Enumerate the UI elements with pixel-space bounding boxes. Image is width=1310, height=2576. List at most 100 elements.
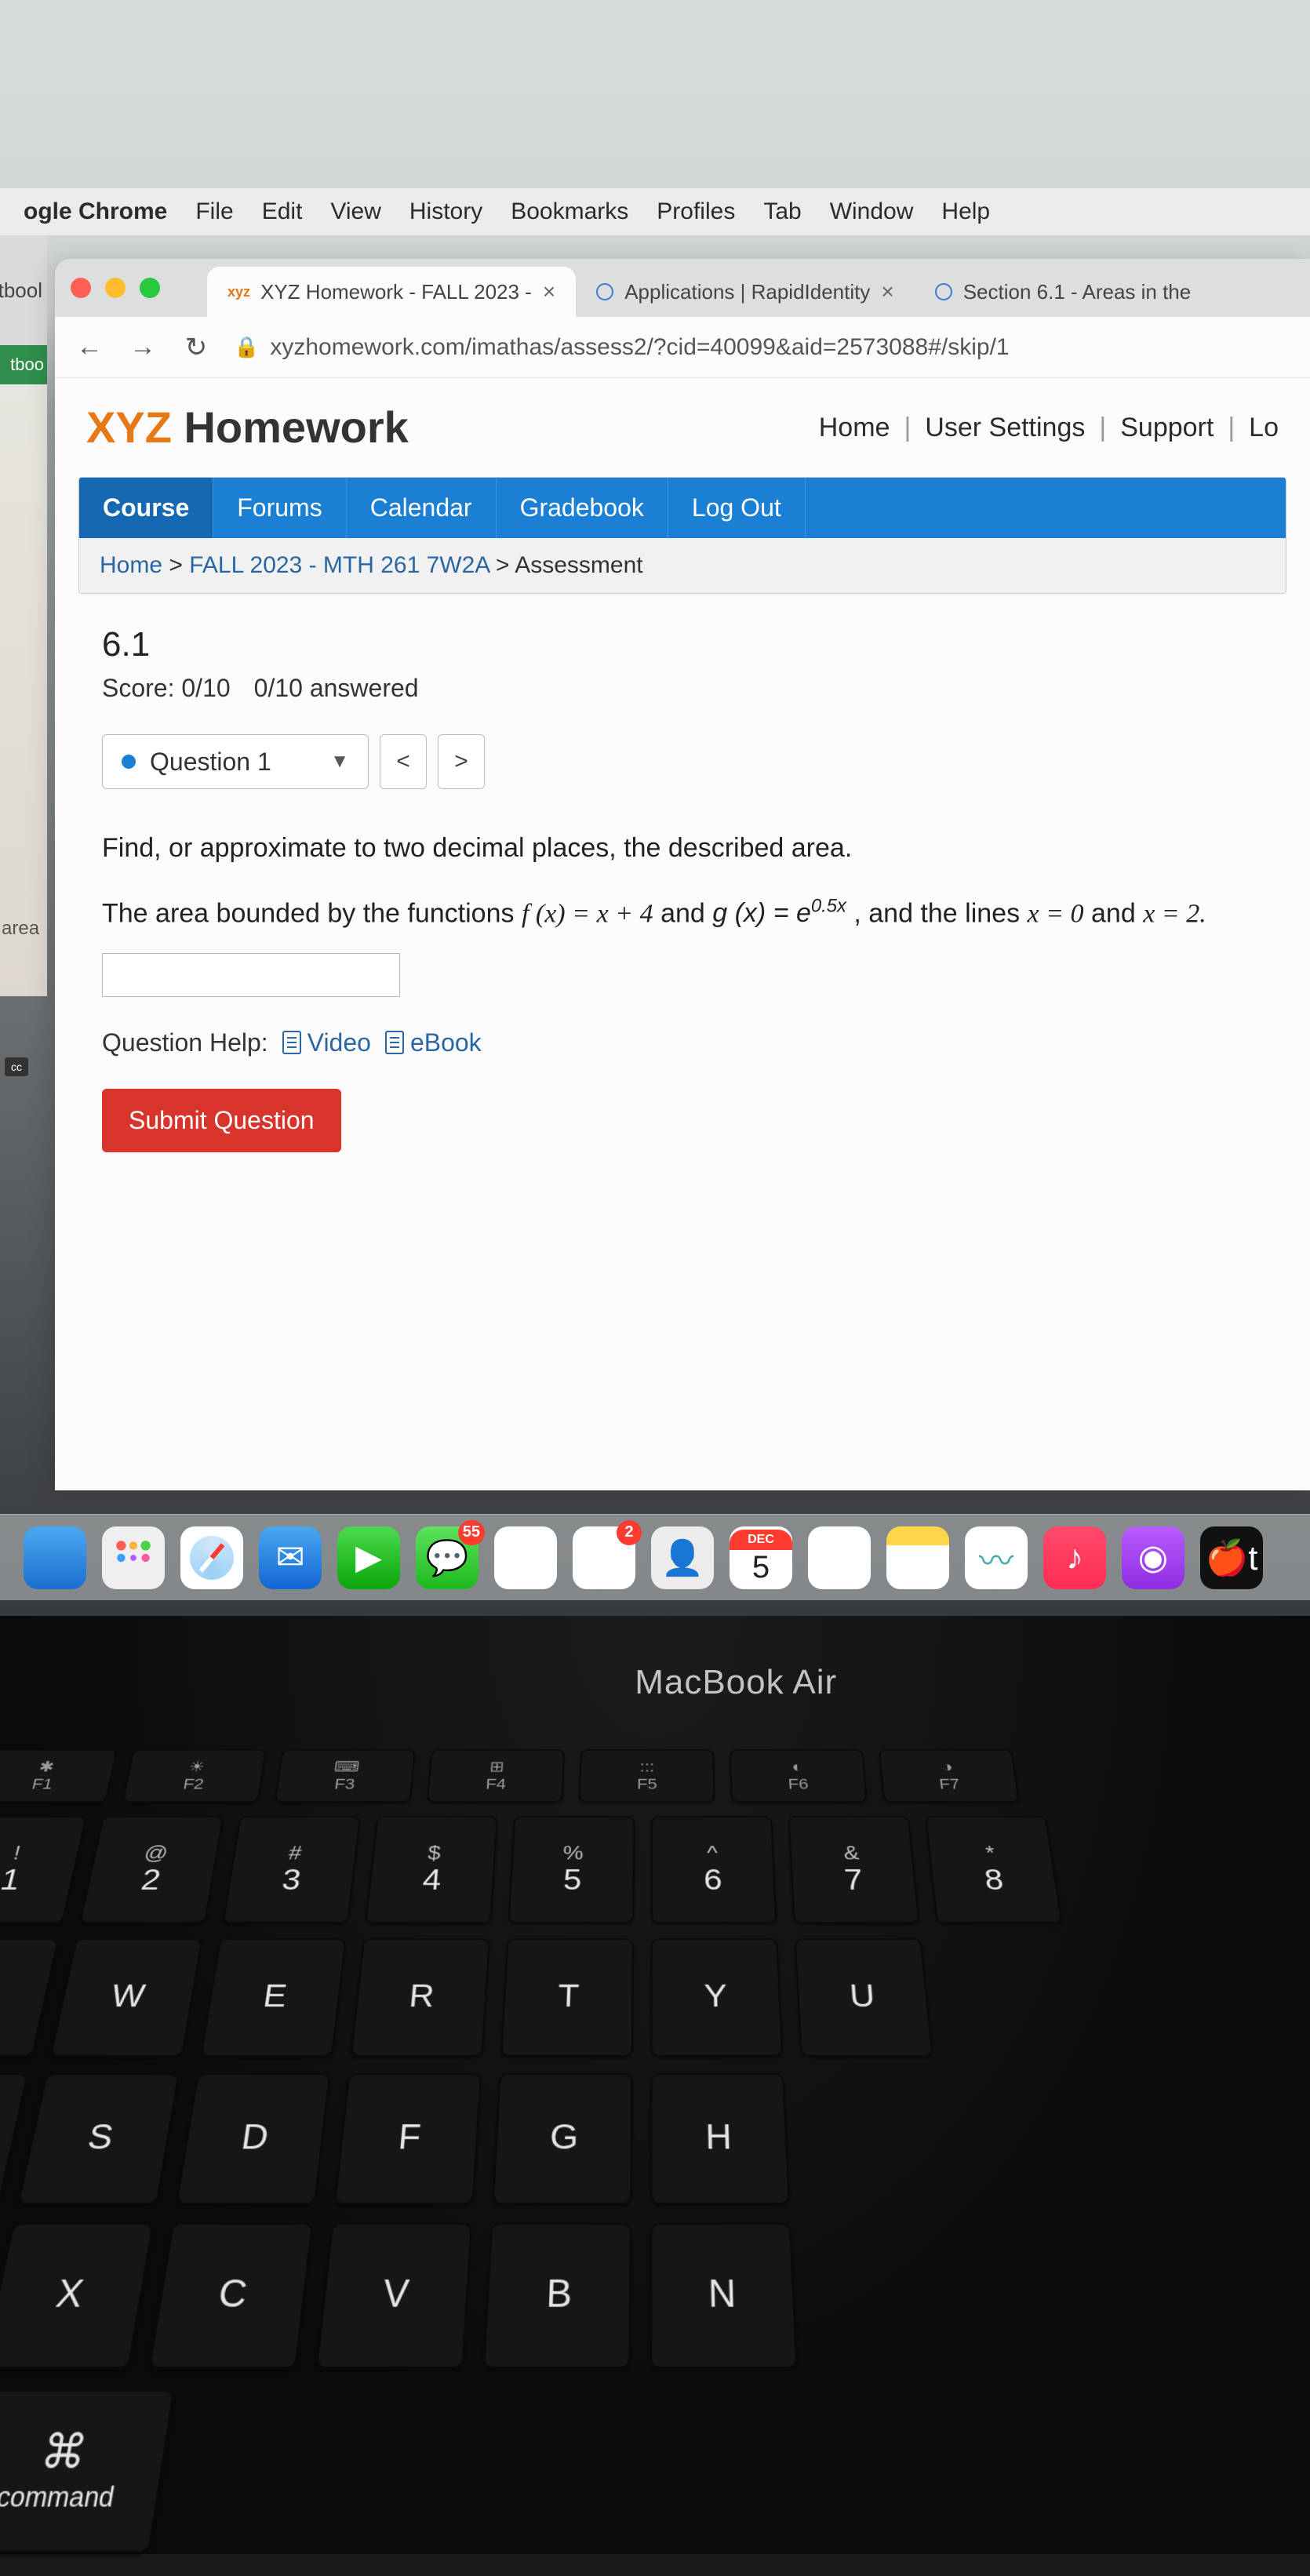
dock-launchpad-icon[interactable] xyxy=(102,1526,165,1589)
browser-tabstrip: xyz XYZ Homework - FALL 2023 - × Applica… xyxy=(55,259,1310,317)
dock-photos-icon[interactable]: ✿2 xyxy=(573,1526,635,1589)
key-6[interactable]: ^6 xyxy=(651,1816,777,1923)
dock-notes-icon[interactable] xyxy=(886,1526,949,1589)
nav-gradebook[interactable]: Gradebook xyxy=(497,478,668,538)
tab-favicon-icon: xyz xyxy=(227,284,249,300)
key-q[interactable]: Q xyxy=(0,1938,59,2057)
menubar-item[interactable]: Edit xyxy=(262,198,303,225)
tab-close-icon[interactable]: × xyxy=(881,279,893,304)
badge: 55 xyxy=(458,1520,485,1545)
top-link-home[interactable]: Home xyxy=(819,413,890,443)
top-link-settings[interactable]: User Settings xyxy=(925,413,1085,443)
key-f[interactable]: F xyxy=(334,2073,482,2204)
browser-tab[interactable]: Section 6.1 - Areas in the xyxy=(915,267,1212,317)
menubar-item[interactable]: View xyxy=(330,198,380,225)
menubar-item[interactable]: Help xyxy=(941,198,990,225)
key-2[interactable]: @2 xyxy=(79,1816,224,1923)
math-f: f (x) = x + 4 xyxy=(522,899,653,928)
menubar-item[interactable]: Window xyxy=(830,198,914,225)
address-bar[interactable]: 🔒 xyzhomework.com/imathas/assess2/?cid=4… xyxy=(234,334,1291,361)
dock-messages-icon[interactable]: 💬55 xyxy=(416,1526,479,1589)
key-4[interactable]: $4 xyxy=(365,1816,497,1923)
site-logo[interactable]: XYZ Homework xyxy=(86,402,409,453)
top-link-support[interactable]: Support xyxy=(1120,413,1214,443)
key-8[interactable]: *8 xyxy=(925,1816,1062,1923)
submit-button[interactable]: Submit Question xyxy=(102,1089,341,1152)
key-5[interactable]: %5 xyxy=(508,1816,635,1923)
dock-safari-icon[interactable] xyxy=(180,1526,243,1589)
window-close-button[interactable] xyxy=(71,278,91,298)
key-1[interactable]: !1 xyxy=(0,1816,87,1923)
key-3[interactable]: #3 xyxy=(222,1816,361,1923)
dock-music-icon[interactable]: ♪ xyxy=(1043,1526,1106,1589)
dock-podcasts-icon[interactable]: ◉ xyxy=(1122,1526,1184,1589)
key-y[interactable]: Y xyxy=(650,1938,783,2057)
question-select[interactable]: Question 1 ▼ xyxy=(102,734,369,789)
help-video-link[interactable]: Video xyxy=(282,1028,371,1057)
key-fn[interactable]: :::F5 xyxy=(579,1749,715,1803)
calendar-day: 5 xyxy=(752,1550,770,1585)
key-u[interactable]: U xyxy=(795,1938,933,2057)
key-c[interactable]: C xyxy=(148,2223,313,2369)
calendar-month: DEC xyxy=(730,1530,792,1550)
top-links: Home| User Settings| Support| Lo xyxy=(819,413,1279,443)
prev-question-button[interactable]: < xyxy=(380,734,427,789)
breadcrumb-course[interactable]: FALL 2023 - MTH 261 7W2A xyxy=(189,552,489,578)
menubar-item[interactable]: Tab xyxy=(763,198,801,225)
forward-button[interactable]: → xyxy=(127,332,158,363)
browser-tab[interactable]: xyz XYZ Homework - FALL 2023 - × xyxy=(207,267,576,317)
dock-tv-icon[interactable]: 🍎t xyxy=(1200,1526,1263,1589)
answer-input[interactable] xyxy=(102,953,400,997)
key-fn[interactable]: ⊞F4 xyxy=(427,1749,565,1803)
menubar-item[interactable]: File xyxy=(195,198,233,225)
window-zoom-button[interactable] xyxy=(140,278,160,298)
dock-contacts-icon[interactable]: 👤 xyxy=(651,1526,714,1589)
help-ebook-link[interactable]: eBook xyxy=(385,1028,482,1057)
dock-freeform-icon[interactable]: 〰 xyxy=(965,1526,1028,1589)
key-r[interactable]: R xyxy=(351,1938,490,2057)
menubar-item[interactable]: Bookmarks xyxy=(511,198,628,225)
key-fn[interactable]: ⌨F3 xyxy=(275,1749,416,1803)
key-g[interactable]: G xyxy=(492,2073,632,2204)
key-v[interactable]: V xyxy=(315,2223,472,2369)
key-command[interactable]: ⌘command xyxy=(0,2389,175,2553)
key-e[interactable]: E xyxy=(200,1938,347,2057)
key-b[interactable]: B xyxy=(483,2223,632,2369)
background-window-fragment: area xyxy=(0,384,47,996)
key-w[interactable]: W xyxy=(50,1938,203,2057)
dock-reminders-icon[interactable]: ☰ xyxy=(808,1526,871,1589)
browser-tab[interactable]: Applications | RapidIdentity × xyxy=(576,267,915,317)
key-d[interactable]: D xyxy=(176,2073,331,2204)
dock-mail-icon[interactable]: ✉ xyxy=(259,1526,322,1589)
dock-finder-icon[interactable] xyxy=(24,1526,86,1589)
nav-forums[interactable]: Forums xyxy=(213,478,346,538)
key-fn[interactable]: ◐F6 xyxy=(730,1749,868,1803)
key-7[interactable]: &7 xyxy=(788,1816,920,1923)
dock-facetime-icon[interactable]: ▶ xyxy=(337,1526,400,1589)
tab-close-icon[interactable]: × xyxy=(543,279,555,304)
top-link-logout[interactable]: Lo xyxy=(1249,413,1279,443)
menubar-item[interactable]: History xyxy=(409,198,482,225)
nav-calendar[interactable]: Calendar xyxy=(347,478,497,538)
window-minimize-button[interactable] xyxy=(105,278,126,298)
menubar-item[interactable]: Profiles xyxy=(657,198,735,225)
nav-course[interactable]: Course xyxy=(79,478,213,538)
key-h[interactable]: H xyxy=(650,2073,790,2204)
breadcrumb-home[interactable]: Home xyxy=(100,552,162,578)
key-fn[interactable]: ☀F2 xyxy=(122,1749,267,1803)
dock-calendar-icon[interactable]: DEC 5 xyxy=(730,1526,792,1589)
score-text: Score: 0/10 xyxy=(102,674,231,703)
key-n[interactable]: N xyxy=(650,2223,798,2369)
key-s[interactable]: S xyxy=(17,2073,180,2204)
macos-menubar: ogle Chrome File Edit View History Bookm… xyxy=(0,188,1310,235)
nav-logout[interactable]: Log Out xyxy=(668,478,806,538)
reload-button[interactable]: ↻ xyxy=(180,332,212,363)
question-help: Question Help: Video eBook xyxy=(102,1028,1263,1057)
key-fn[interactable]: ◑F7 xyxy=(879,1749,1020,1803)
dock-maps-icon[interactable]: ➤ xyxy=(494,1526,557,1589)
back-button[interactable]: ← xyxy=(74,332,105,363)
key-fn[interactable]: ✱F1 xyxy=(0,1749,118,1803)
key-t[interactable]: T xyxy=(500,1938,634,2057)
key-x[interactable]: X xyxy=(0,2223,154,2369)
next-question-button[interactable]: > xyxy=(438,734,485,789)
